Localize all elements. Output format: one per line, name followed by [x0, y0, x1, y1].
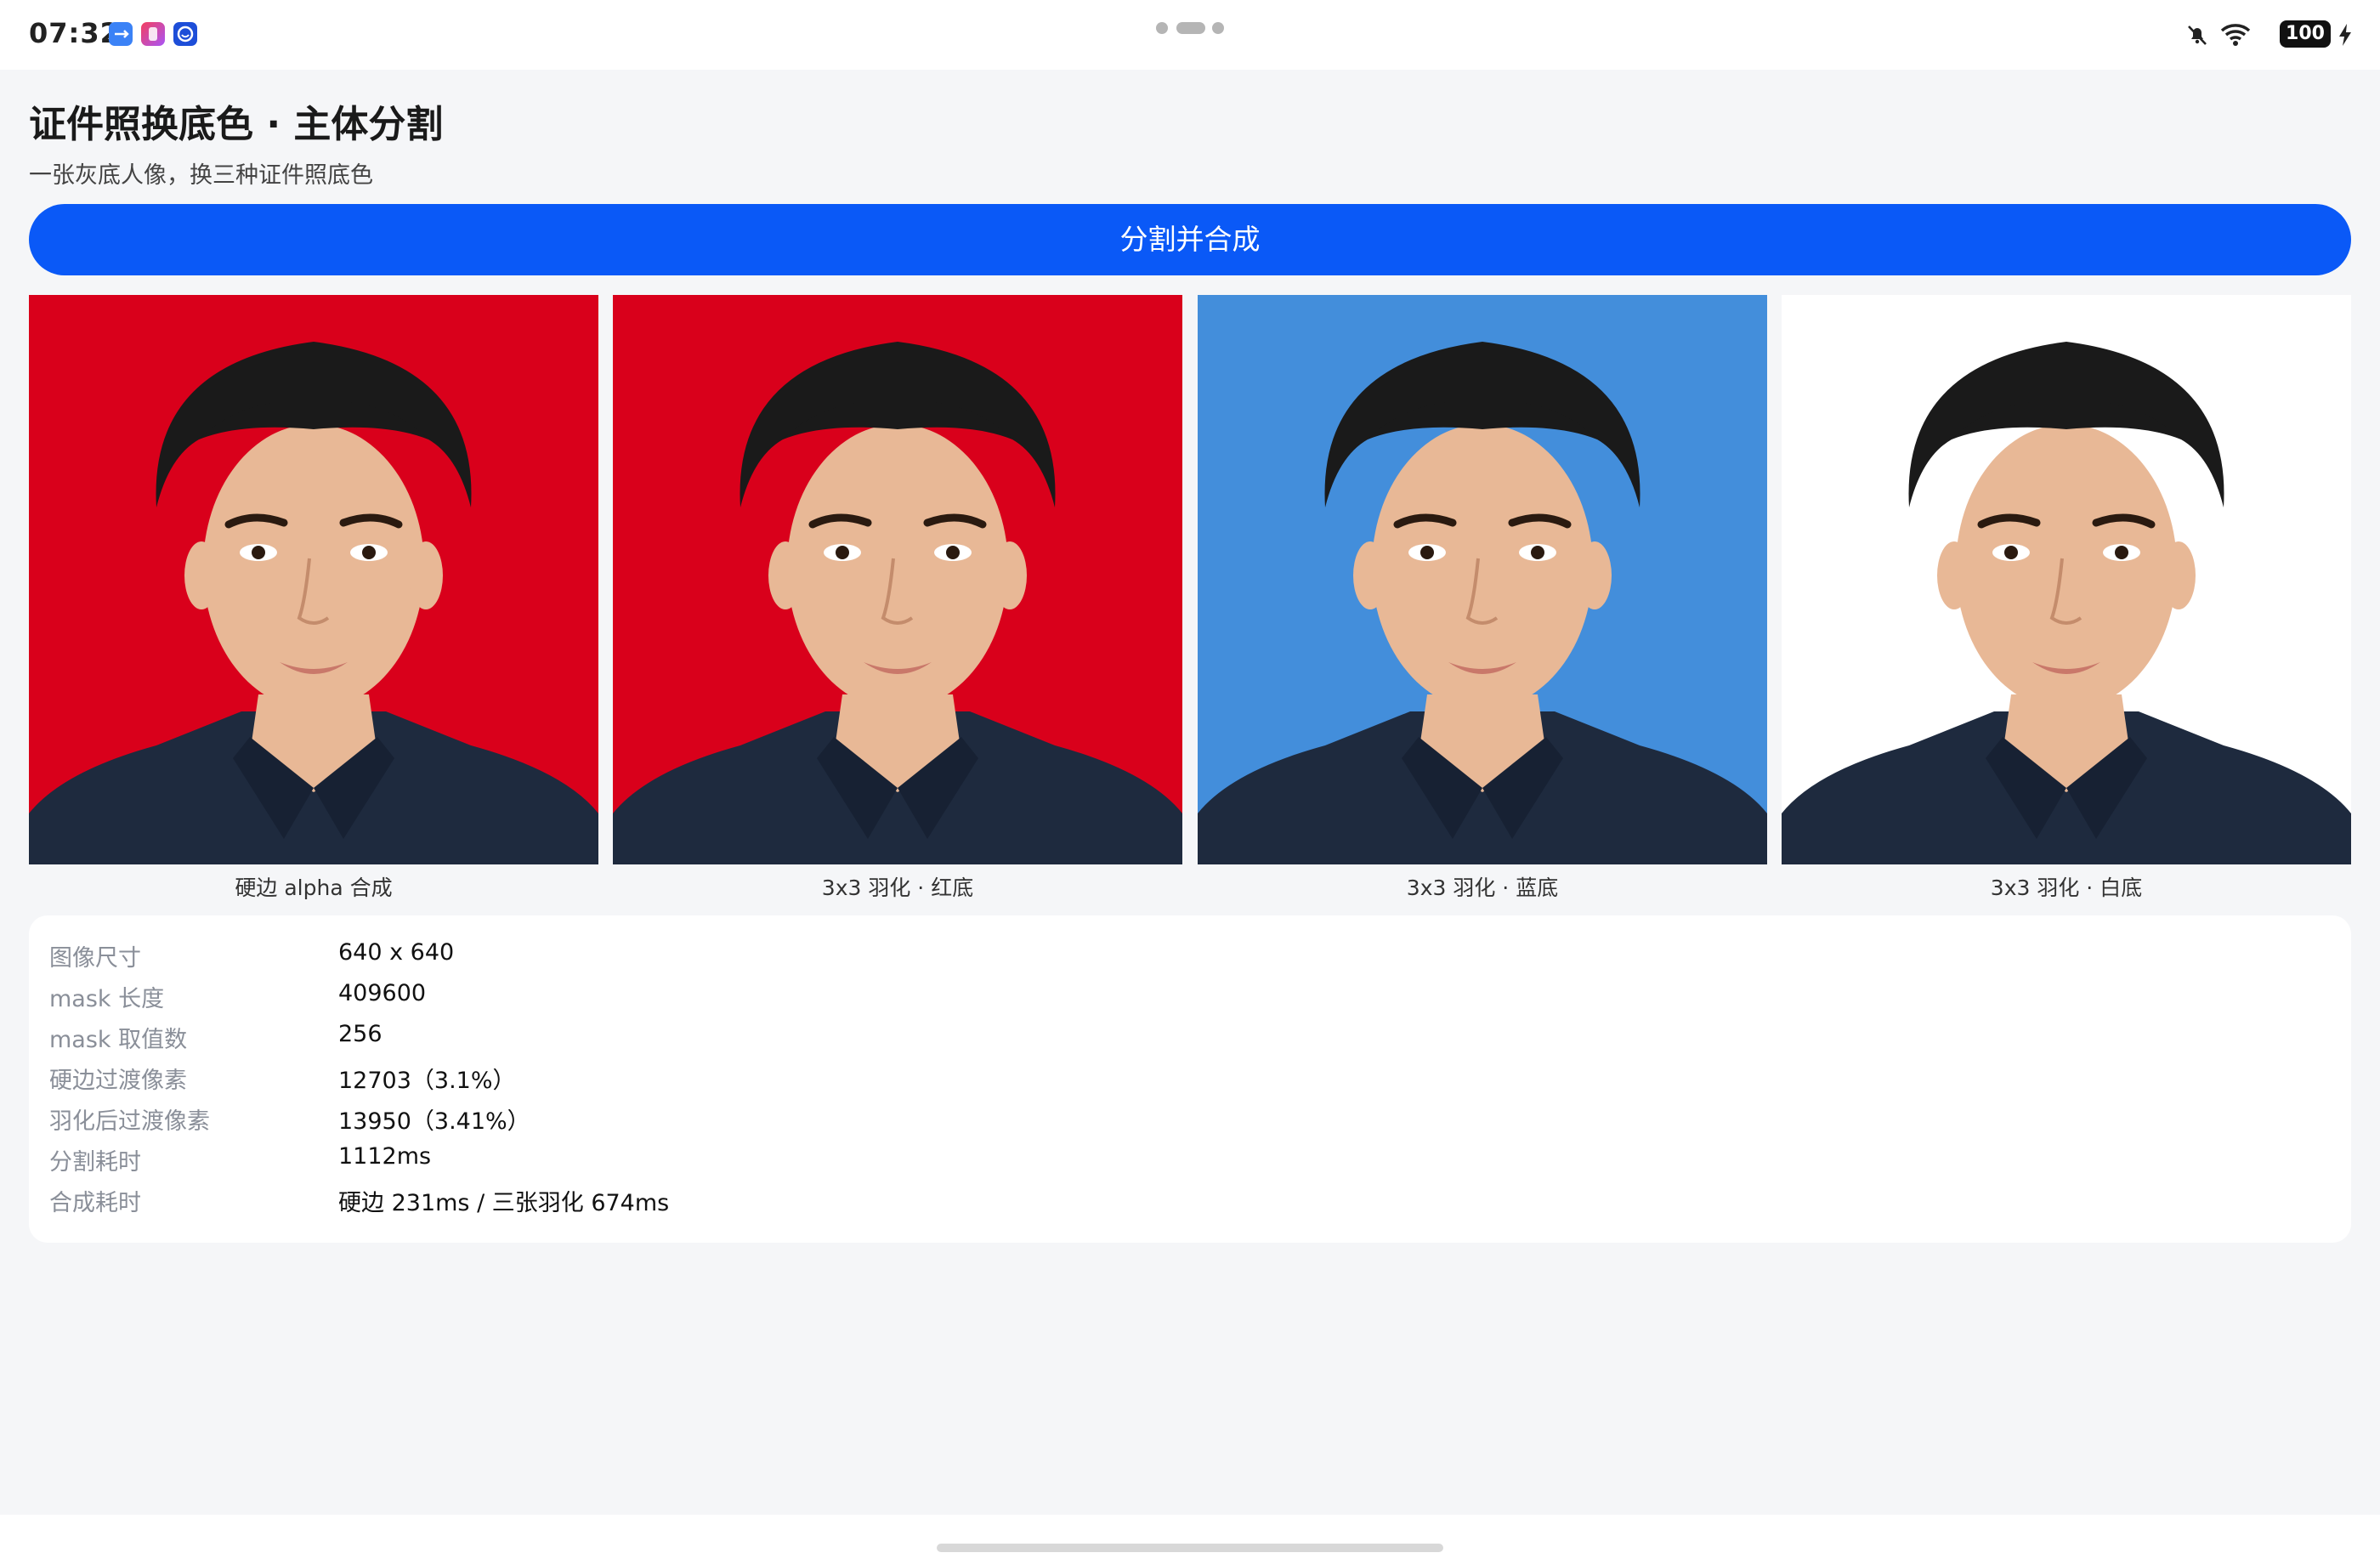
info-label: mask 取值数	[49, 1027, 188, 1053]
segment-and-compose-button[interactable]: 分割并合成	[29, 204, 2351, 275]
info-row-feathered-pixels: 羽化后过渡像素 13950（3.41%）	[49, 1097, 1239, 1138]
info-value: 12703（3.1%）	[338, 1068, 516, 1094]
mute-bell-icon	[2188, 26, 2207, 45]
info-label: 分割耗时	[49, 1149, 141, 1176]
battery-icon: 100	[2280, 20, 2331, 48]
info-value: 硬边 231ms / 三张羽化 674ms	[338, 1190, 670, 1216]
info-value: 13950（3.41%）	[338, 1108, 530, 1135]
info-value: 1112ms	[338, 1143, 432, 1170]
photo-caption: 3x3 羽化 · 蓝底	[1406, 876, 1559, 900]
info-row-hard-edge-pixels: 硬边过渡像素 12703（3.1%）	[49, 1057, 1239, 1097]
status-time: 07:32	[29, 17, 120, 49]
info-value: 640 x 640	[338, 939, 455, 966]
assistant-icon	[173, 22, 197, 46]
multi-window-handle[interactable]	[1156, 22, 1224, 36]
handle-dot	[1212, 22, 1224, 34]
info-row-segment-time: 分割耗时 1112ms	[49, 1138, 1239, 1179]
photo-card-feather-blue: 3x3 羽化 · 蓝底	[1198, 295, 1767, 900]
photo-caption: 硬边 alpha 合成	[235, 876, 393, 900]
info-row-image-size: 图像尺寸 640 x 640	[49, 934, 1239, 975]
info-label: 图像尺寸	[49, 945, 141, 972]
result-info-card: 图像尺寸 640 x 640 mask 长度 409600 mask 取值数 2…	[29, 915, 2351, 1243]
info-row-mask-values: mask 取值数 256	[49, 1016, 1239, 1057]
handle-dot	[1176, 22, 1205, 34]
photo-caption: 3x3 羽化 · 红底	[821, 876, 974, 900]
charging-icon	[2339, 24, 2351, 46]
info-label: 硬边过渡像素	[49, 1068, 187, 1094]
page-subtitle: 一张灰底人像，换三种证件照底色	[29, 162, 373, 189]
portrait-photo	[29, 295, 598, 864]
portrait-photo	[1782, 295, 2351, 864]
main-content: 证件照换底色 · 主体分割 一张灰底人像，换三种证件照底色 分割并合成 硬边 a…	[0, 70, 2380, 1515]
portrait-photo	[613, 295, 1182, 864]
status-right-icons: 100	[2184, 20, 2354, 51]
page-title: 证件照换底色 · 主体分割	[29, 103, 444, 146]
info-row-mask-length: mask 长度 409600	[49, 975, 1239, 1016]
info-row-compose-time: 合成耗时 硬边 231ms / 三张羽化 674ms	[49, 1179, 1239, 1220]
app-icon	[141, 22, 165, 46]
photo-caption: 3x3 羽化 · 白底	[1990, 876, 2143, 900]
portrait-photo	[1198, 295, 1767, 864]
info-value: 256	[338, 1021, 382, 1047]
photo-card-hard-alpha: 硬边 alpha 合成	[29, 295, 598, 900]
info-label: 合成耗时	[49, 1190, 141, 1216]
photo-card-feather-red: 3x3 羽化 · 红底	[613, 295, 1182, 900]
photo-card-feather-white: 3x3 羽化 · 白底	[1782, 295, 2351, 900]
info-label: mask 长度	[49, 986, 165, 1012]
wifi-icon	[2220, 24, 2251, 46]
handle-dot	[1156, 22, 1168, 34]
navigation-bar	[0, 1515, 2380, 1564]
status-bar: 07:32 100	[0, 0, 2380, 70]
info-value: 409600	[338, 980, 427, 1006]
info-label: 羽化后过渡像素	[49, 1108, 210, 1135]
usb-icon	[109, 22, 133, 46]
home-indicator[interactable]	[937, 1544, 1443, 1552]
